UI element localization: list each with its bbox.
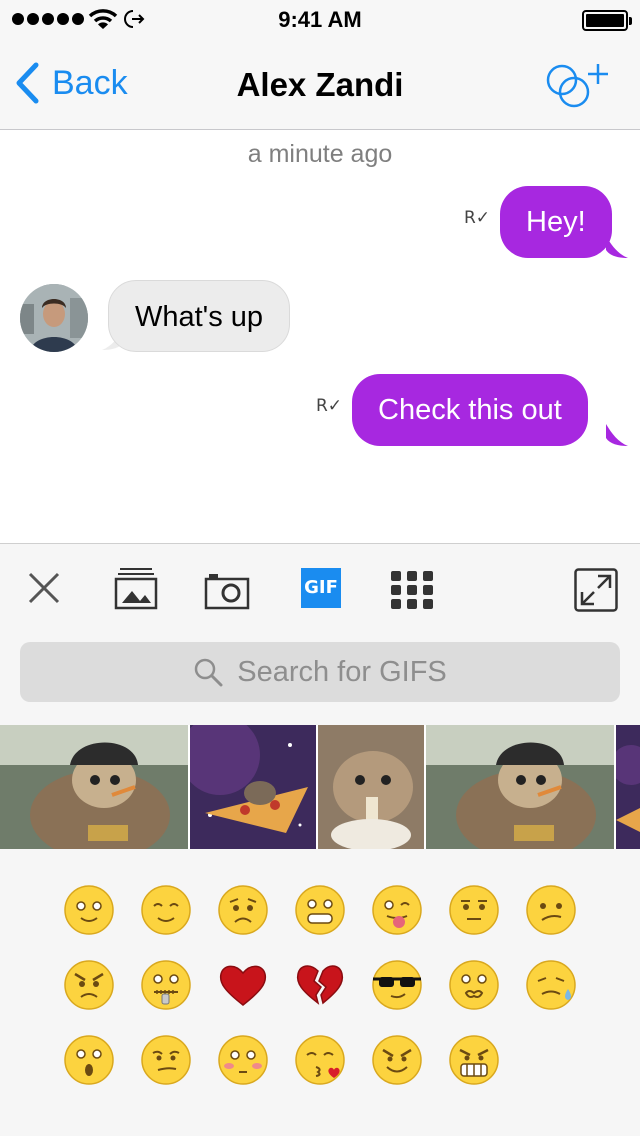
grimace-emoji-icon[interactable] (448, 1034, 500, 1086)
message-timestamp: a minute ago (247, 140, 393, 168)
neutral-emoji-icon[interactable] (448, 884, 500, 936)
photos-icon[interactable] (114, 566, 158, 610)
broken-heart-icon[interactable] (294, 959, 346, 1011)
sent-message[interactable]: Check this out (352, 374, 588, 446)
avatar[interactable] (20, 284, 88, 352)
sunglasses-emoji-icon[interactable] (371, 959, 423, 1011)
bubble-tail (606, 424, 628, 446)
gif-search-input[interactable]: Search for GIFS (20, 642, 620, 702)
composer-panel: GIF Search for GIFS (0, 543, 640, 1136)
gif-button[interactable]: GIF (301, 568, 341, 608)
sent-message[interactable]: Hey! (500, 186, 612, 258)
navigation-bar: Back Alex Zandi (0, 40, 640, 130)
surprised-emoji-icon[interactable] (63, 1034, 115, 1086)
read-receipt-icon: R✓ (316, 396, 343, 416)
gif-thumbnail[interactable] (426, 725, 614, 849)
close-icon[interactable] (28, 572, 60, 604)
avatar-photo (20, 284, 88, 352)
cute-emoji-icon[interactable] (448, 959, 500, 1011)
worried-emoji-icon[interactable] (217, 884, 269, 936)
gif-thumbnail[interactable] (190, 725, 316, 849)
search-placeholder: Search for GIFS (237, 655, 447, 688)
received-message[interactable]: What's up (108, 280, 291, 352)
clock: 9:41 AM (278, 7, 362, 32)
read-receipt-icon: R✓ (464, 208, 491, 228)
search-icon (194, 658, 223, 687)
grin-emoji-icon[interactable] (294, 884, 346, 936)
gif-results (0, 725, 640, 849)
expand-icon[interactable] (574, 568, 618, 612)
status-bar: 9:41 AM (0, 0, 640, 40)
tongue-wink-emoji-icon[interactable] (371, 884, 423, 936)
smirk-emoji-icon[interactable] (140, 1034, 192, 1086)
blush-emoji-icon[interactable] (140, 884, 192, 936)
sly-grin-emoji-icon[interactable] (371, 1034, 423, 1086)
gif-thumbnail[interactable] (616, 725, 640, 849)
confused-emoji-icon[interactable] (525, 884, 577, 936)
smile-emoji-icon[interactable] (63, 884, 115, 936)
add-people-icon[interactable] (544, 60, 610, 110)
emoji-grid (63, 884, 577, 1086)
stickers-grid-icon[interactable] (390, 570, 434, 610)
gif-thumbnail[interactable] (0, 725, 188, 849)
angry-emoji-icon[interactable] (63, 959, 115, 1011)
zipper-mouth-emoji-icon[interactable] (140, 959, 192, 1011)
camera-icon[interactable] (204, 572, 250, 610)
gif-thumbnail[interactable] (318, 725, 424, 849)
kiss-emoji-icon[interactable] (294, 1034, 346, 1086)
bubble-tail (606, 236, 628, 258)
flushed-emoji-icon[interactable] (217, 1034, 269, 1086)
battery-icon (582, 10, 632, 31)
red-heart-icon[interactable] (217, 959, 269, 1011)
sweat-emoji-icon[interactable] (525, 959, 577, 1011)
